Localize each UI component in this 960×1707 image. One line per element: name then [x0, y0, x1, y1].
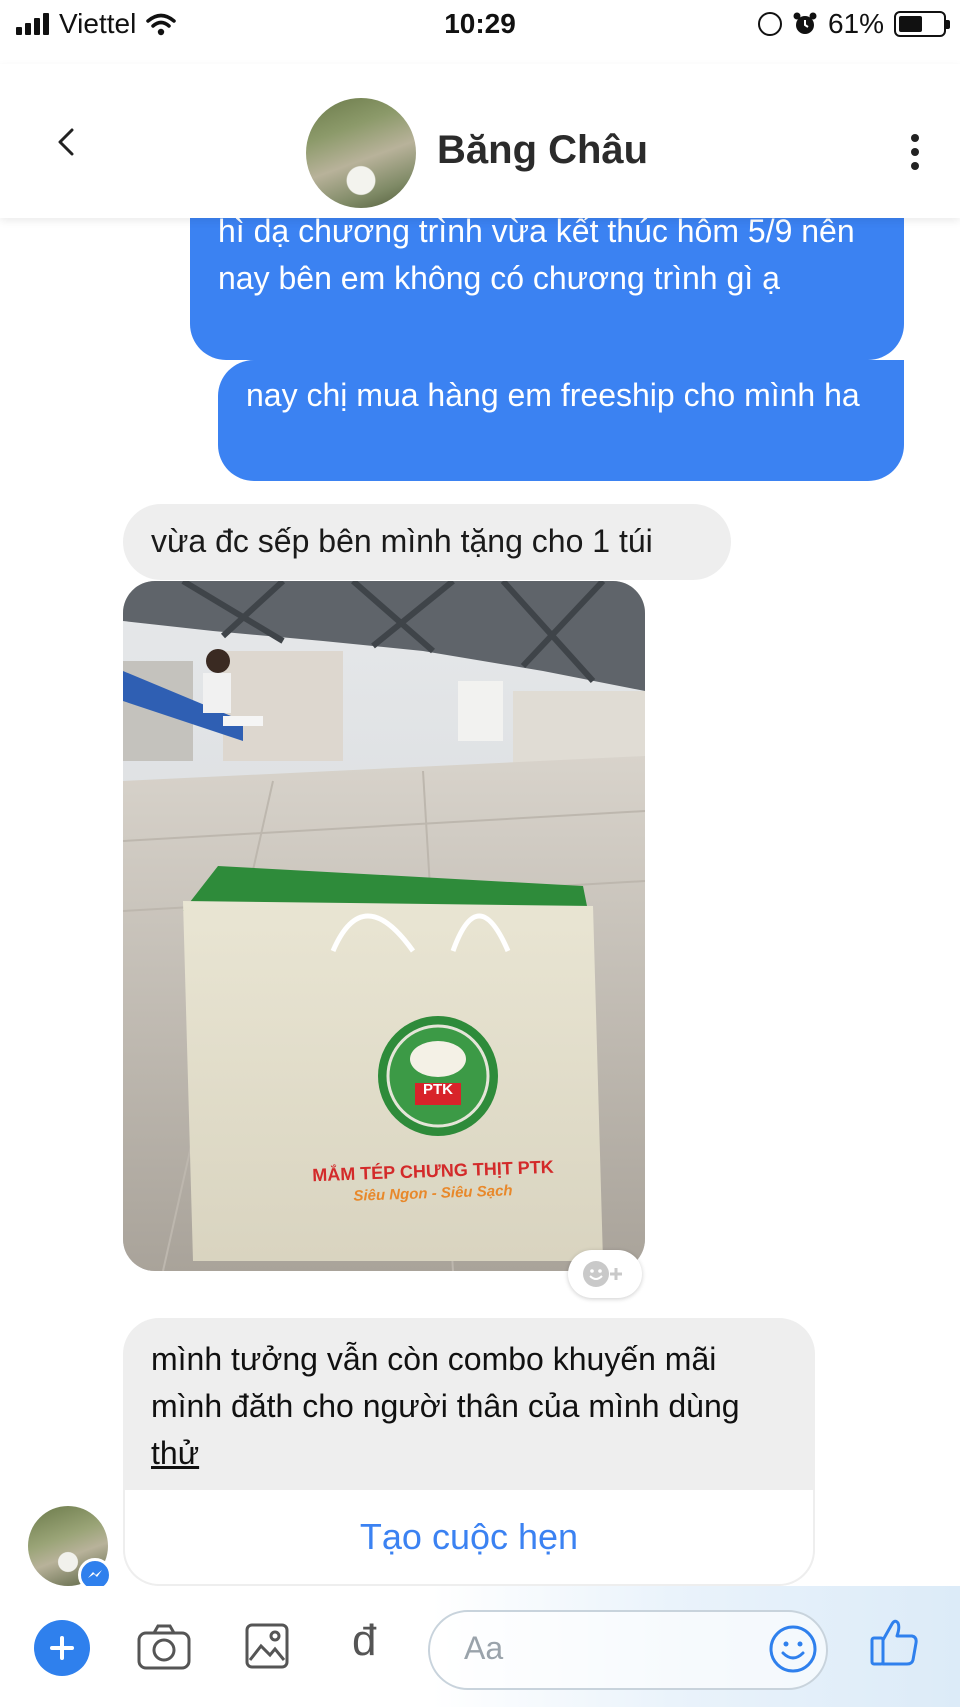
thumbs-up-icon[interactable]	[868, 1616, 920, 1668]
contact-name[interactable]: Băng Châu	[437, 128, 648, 173]
more-options-icon[interactable]	[910, 134, 920, 170]
create-appointment-button[interactable]: Tạo cuộc hẹn	[123, 1490, 815, 1586]
contact-avatar[interactable]	[306, 98, 416, 208]
message-text: mình tưởng vẫn còn combo khuyến mãi mình…	[151, 1341, 740, 1471]
input-placeholder: Aa	[464, 1630, 504, 1666]
message-bubble-outgoing[interactable]: nay chị mua hàng em freeship cho mình ha	[218, 360, 904, 481]
payment-icon[interactable]: đ	[352, 1616, 376, 1666]
chat-header: Băng Châu	[0, 64, 960, 218]
add-reaction-icon	[583, 1261, 622, 1287]
status-bar: Viettel 10:29 61%	[0, 0, 960, 60]
back-icon[interactable]	[52, 128, 80, 156]
bag-logo-text: PTK	[423, 1081, 453, 1098]
battery-percent: 61%	[827, 8, 884, 39]
message-bubble-incoming[interactable]: vừa đc sếp bên mình tặng cho 1 túi	[123, 504, 731, 580]
battery-fill	[899, 16, 923, 32]
battery-icon	[894, 11, 950, 37]
add-reaction-button[interactable]	[568, 1250, 642, 1298]
emoji-icon[interactable]	[766, 1622, 820, 1676]
message-bubble-incoming-with-action[interactable]: mình tưởng vẫn còn combo khuyến mãi mình…	[123, 1318, 815, 1586]
composer-bar: đ Aa	[0, 1586, 960, 1707]
message-input[interactable]: Aa	[428, 1610, 828, 1690]
detected-word-link[interactable]: thử	[151, 1435, 199, 1471]
camera-icon[interactable]	[136, 1622, 192, 1672]
status-right: 61%	[757, 8, 950, 40]
alarm-icon	[793, 12, 817, 34]
gallery-icon[interactable]	[244, 1622, 290, 1670]
plus-icon[interactable]	[34, 1620, 90, 1676]
message-photo[interactable]: PTK MẮM TÉP CHƯNG THỊT PTK Siêu Ngon - S…	[123, 581, 645, 1271]
orientation-lock-icon	[757, 12, 782, 36]
